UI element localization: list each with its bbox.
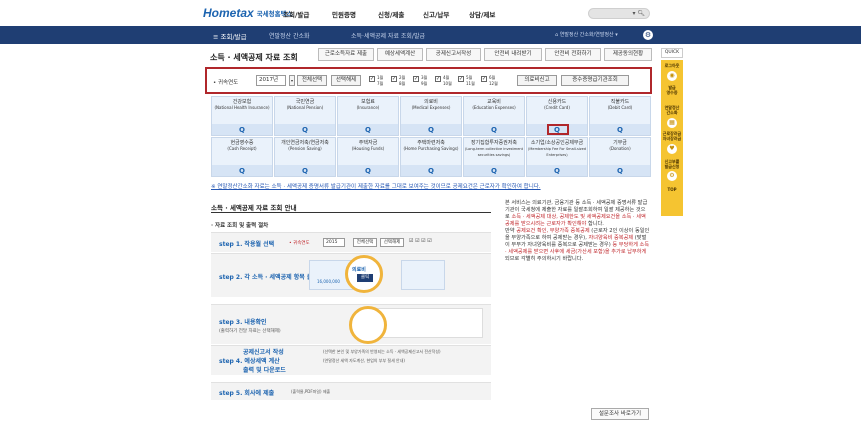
- cell-medical[interactable]: 의료비 (Medical Expenses) Q: [400, 96, 462, 136]
- search-icon[interactable]: Q: [338, 126, 398, 134]
- month-8-checkbox[interactable]: 8월: [391, 81, 408, 92]
- quick-year-end[interactable]: 연말정산 간소화: [661, 105, 683, 115]
- search-icon[interactable]: Q: [338, 167, 398, 175]
- page-title: 소득 · 세액공제 자료 조회: [210, 53, 298, 62]
- hometax-logo[interactable]: Hometax 국세청홈택스: [203, 6, 293, 20]
- user-icon[interactable]: ◉: [667, 71, 677, 81]
- step-1: step 1. 작용월 선택 • 귀속연도 2015 전체선택 선택해제 ☑ ☑…: [211, 232, 491, 252]
- cell-pension-saving[interactable]: 개인연금저축/연금저축 (Pension Saving) Q: [274, 137, 336, 177]
- quick-receipt[interactable]: 발급 영수증: [661, 85, 683, 95]
- breadcrumb-year-end[interactable]: 연말정산 간소화: [269, 31, 310, 40]
- quick-menu: QUICK 로그아웃 ◉ 발급 영수증 연말정산 간소화 ▦ 근로장려금 자녀장…: [661, 48, 683, 216]
- donation-institution-button[interactable]: 증수증명급기관조회: [561, 75, 629, 86]
- breadcrumb-current[interactable]: 소득·세액공제 자료 조회/발급: [351, 31, 425, 40]
- site-header: Hometax 국세청홈택스 조회/발급 민원증명 신청/제출 신고/납부 상담…: [0, 0, 861, 26]
- medical-report-button[interactable]: 의료비신고: [517, 75, 557, 86]
- tab-download[interactable]: 안전비 내려받기: [484, 48, 542, 61]
- search-icon[interactable]: Q: [464, 126, 524, 134]
- highlight-circle: [349, 306, 387, 344]
- tab-wage-submit[interactable]: 근로소득자료 제출: [318, 48, 374, 61]
- search-icon[interactable]: Q: [527, 126, 587, 134]
- guide-description: 본 서비스는 의료기관, 금융기관 등 소득 · 세액공제 증명서류 발급기관이…: [505, 200, 650, 262]
- deduction-grid: 건강보험 (National Health Insurance) Q 국민연금 (Na…: [211, 96, 651, 178]
- filter-box: • 귀속연도 2017년 ▾ 전체선택 선택해제 ✓ 1월 7월 ✓ 2월 8월 ✓…: [205, 67, 652, 94]
- tab-tax-estimate[interactable]: 예상세액계산: [377, 48, 423, 61]
- chevron-down-icon[interactable]: ▾: [289, 75, 295, 86]
- gnb-consult[interactable]: 상담/제보: [469, 9, 495, 19]
- select-all-button[interactable]: 전체선택: [297, 75, 327, 86]
- year-select[interactable]: 2017년: [256, 75, 286, 86]
- tab-print[interactable]: 안전비 전화하기: [545, 48, 601, 61]
- guide-subtitle: · 자료 조회 및 출력 절차: [211, 223, 269, 229]
- quick-incentive[interactable]: 근로장려금 자녀장려금: [661, 131, 683, 141]
- step1-year-select: 2015: [323, 238, 345, 247]
- cell-education[interactable]: 교육비 (Education Expenses) Q: [463, 96, 525, 136]
- step-2: step 2. 각 소득 · 세액공제 항목 클릭 16,000,000 의료비…: [211, 253, 491, 297]
- month-7-checkbox[interactable]: 7월: [369, 81, 386, 92]
- search-icon[interactable]: Q: [401, 167, 461, 175]
- gnb-lookup[interactable]: 조회/발급: [283, 9, 309, 19]
- search-icon[interactable]: ▾ 🔍︎: [632, 10, 645, 17]
- search-icon[interactable]: Q: [212, 167, 272, 175]
- search-icon[interactable]: Q: [275, 167, 335, 175]
- month-11-checkbox[interactable]: 11월: [458, 81, 475, 92]
- cell-donation[interactable]: 기부금 (Donation) Q: [589, 137, 651, 177]
- search-icon[interactable]: Q: [527, 167, 587, 175]
- gnb-apply[interactable]: 신청/제출: [378, 9, 404, 19]
- cell-national-pension[interactable]: 국민연금 (National Pension) Q: [274, 96, 336, 136]
- settings-icon[interactable]: ⚙: [643, 30, 653, 40]
- search-icon[interactable]: Q: [212, 126, 272, 134]
- search-icon[interactable]: Q: [590, 167, 650, 175]
- guide-divider: [211, 212, 491, 213]
- search-icon[interactable]: Q: [464, 167, 524, 175]
- all-menu-button[interactable]: ≡ 조회/발급: [213, 31, 247, 41]
- tab-consent-status[interactable]: 제공동의현황: [604, 48, 652, 61]
- cell-small-business[interactable]: 소기업/소상공인공제부금 (Membership Fee For Small-si…: [526, 137, 588, 177]
- search-icon[interactable]: Q: [275, 126, 335, 134]
- search-icon[interactable]: Q: [401, 126, 461, 134]
- deselect-button[interactable]: 선택해제: [331, 75, 361, 86]
- month-9-checkbox[interactable]: 9월: [413, 81, 430, 92]
- notice-link[interactable]: ※ 연말정산간소화 자료는 소득 · 세액공제 증명서류 발급기관이 제출한 자…: [211, 182, 541, 190]
- month-10-checkbox[interactable]: 10월: [435, 81, 452, 92]
- cell-long-term-savings[interactable]: 장기집합투자증권저축 (Long-term collective investme…: [463, 137, 525, 177]
- gnb-filing[interactable]: 신고/납부: [423, 9, 449, 19]
- survey-button[interactable]: 설문조사 바로가기: [591, 408, 649, 420]
- cell-insurance[interactable]: 보험료 (Insurance) Q: [337, 96, 399, 136]
- cell-housing-funds[interactable]: 주택자금 (Housing Funds) Q: [337, 137, 399, 177]
- cell-health-insurance[interactable]: 건강보험 (National Health Insurance) Q: [211, 96, 273, 136]
- checkbox-icon: ☑ ☑ ☑ ☑: [409, 238, 432, 244]
- quick-logout[interactable]: 로그아웃: [661, 63, 683, 69]
- search-icon[interactable]: Q: [590, 126, 650, 134]
- cell-cash-receipt[interactable]: 현금영수증 (Cash Receipt) Q: [211, 137, 273, 177]
- quick-header: QUICK: [661, 48, 683, 58]
- breadcrumb-right[interactable]: ⌂ 연말정산 간소화/연말정산 ▾: [555, 31, 618, 38]
- month-12-checkbox[interactable]: 12월: [481, 81, 498, 92]
- year-label: • 귀속연도: [213, 80, 239, 86]
- gear-icon[interactable]: ⚙: [667, 171, 677, 181]
- top-button[interactable]: TOP: [661, 187, 683, 193]
- search-input[interactable]: ▾ 🔍︎: [588, 8, 650, 19]
- step-3: step 3. 내용확인 (출력하기 전달 자료는 선택해제): [211, 304, 491, 344]
- cell-home-savings[interactable]: 주택마련저축 (Home Purchasing Savings) Q: [400, 137, 462, 177]
- cell-credit-card[interactable]: 신용카드 (Credit Card) Q: [526, 96, 588, 136]
- logo-text: Hometax: [203, 6, 254, 20]
- step-5: step 5. 회사에 제출 (출력물,PDF파일) 제출: [211, 382, 491, 400]
- quick-issue-request[interactable]: 신고부를 발급신청: [661, 159, 683, 169]
- heart-icon[interactable]: ♥: [667, 144, 677, 154]
- guide-title: 소득 · 세액공제 자료 조회 안내: [211, 204, 297, 212]
- calculator-icon[interactable]: ▦: [667, 118, 677, 128]
- location-bar: ≡ 조회/발급 연말정산 간소화 소득·세액공제 자료 조회/발급 ⌂ 연말정산…: [0, 26, 861, 44]
- gnb-certificates[interactable]: 민원증명: [332, 9, 356, 19]
- step-4: 공제신고서 작성 step 4. 예상세액 계산 출력 및 다운로드 (선택한 …: [211, 345, 491, 375]
- cell-debit-card[interactable]: 직불카드 (Debit Card) Q: [589, 96, 651, 136]
- tab-deduction-form[interactable]: 공제신고서작성: [426, 48, 481, 61]
